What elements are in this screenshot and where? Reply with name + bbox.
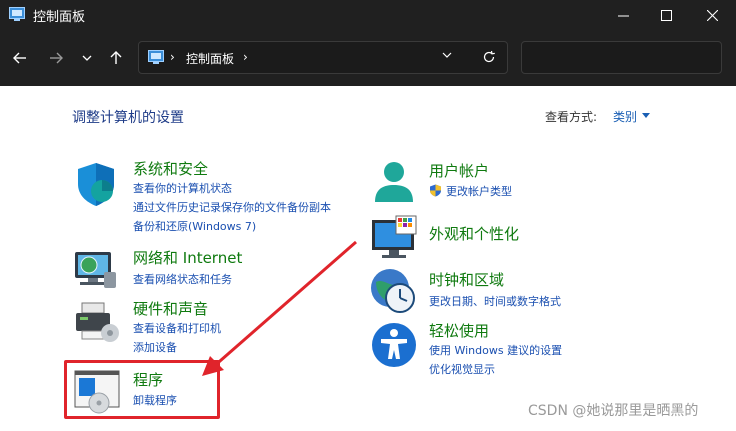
view-by-label: 查看方式: <box>545 110 598 124</box>
view-by-dropdown[interactable]: 类别 <box>613 108 637 125</box>
minimize-icon <box>617 15 629 16</box>
arrow-right-icon <box>50 52 63 64</box>
breadcrumb-separator[interactable]: › <box>170 50 175 64</box>
up-button[interactable] <box>104 46 128 70</box>
ease-of-access-icon[interactable] <box>370 321 418 369</box>
network-icon[interactable] <box>72 244 120 292</box>
clock-region-icon[interactable] <box>370 266 418 314</box>
category-title-appearance[interactable]: 外观和个性化 <box>429 223 519 244</box>
close-button[interactable] <box>689 0 735 30</box>
category-title-ease-of-access[interactable]: 轻松使用 <box>429 320 489 341</box>
category-title-system-security[interactable]: 系统和安全 <box>133 158 208 179</box>
annotation-arrow <box>202 240 357 376</box>
breadcrumb-separator[interactable]: › <box>243 50 248 64</box>
back-button[interactable] <box>8 46 32 70</box>
chevron-down-icon[interactable] <box>642 113 650 118</box>
user-accounts-icon[interactable] <box>370 158 418 206</box>
link-view-computer-status[interactable]: 查看你的计算机状态 <box>133 180 232 196</box>
refresh-icon[interactable] <box>482 50 496 64</box>
link-add-device[interactable]: 添加设备 <box>133 339 177 355</box>
link-optimize-visual-display[interactable]: 优化视觉显示 <box>429 361 495 377</box>
system-security-icon[interactable] <box>72 160 120 208</box>
search-input[interactable] <box>521 41 722 74</box>
minimize-button[interactable] <box>600 0 646 30</box>
link-file-history[interactable]: 通过文件历史记录保存你的文件备份副本 <box>133 199 331 215</box>
arrow-left-icon <box>13 52 26 64</box>
appearance-icon[interactable] <box>370 214 418 262</box>
breadcrumb-control-panel[interactable]: 控制面板 <box>186 50 234 67</box>
uac-shield-icon <box>430 184 441 197</box>
recent-locations-button[interactable] <box>75 46 99 70</box>
address-bar[interactable]: › 控制面板 › <box>138 41 508 74</box>
control-panel-app-icon <box>9 7 25 21</box>
link-change-account-type[interactable]: 更改帐户类型 <box>429 183 512 199</box>
watermark-text: CSDN @她说那里是晒黑的 <box>528 403 699 419</box>
category-title-user-accounts[interactable]: 用户帐户 <box>429 160 489 181</box>
link-change-date-time-format[interactable]: 更改日期、时间或数字格式 <box>429 293 561 309</box>
close-icon <box>706 9 718 21</box>
control-panel-icon <box>148 50 164 64</box>
page-title: 调整计算机的设置 <box>72 110 184 126</box>
maximize-button[interactable] <box>643 0 689 30</box>
link-windows-suggested-settings[interactable]: 使用 Windows 建议的设置 <box>429 342 562 358</box>
chevron-down-icon[interactable] <box>442 51 452 59</box>
forward-button[interactable] <box>44 46 68 70</box>
window-title: 控制面板 <box>33 10 86 25</box>
arrow-up-icon <box>110 51 122 64</box>
hardware-sound-icon[interactable] <box>72 299 120 347</box>
title-bar: 控制面板 <box>0 0 736 30</box>
maximize-icon <box>660 9 672 21</box>
category-title-clock-region[interactable]: 时钟和区域 <box>429 269 504 290</box>
chevron-down-icon <box>82 55 92 61</box>
link-change-account-type-label[interactable]: 更改帐户类型 <box>446 185 512 198</box>
